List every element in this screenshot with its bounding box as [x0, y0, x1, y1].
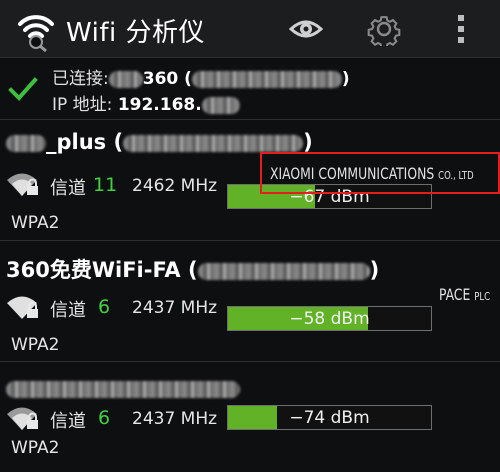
ip-address: 192.168.	[117, 95, 202, 115]
redacted-text	[6, 134, 46, 152]
connected-ssid: 360 (	[142, 69, 192, 89]
network-item[interactable]: 信道 6 2437 MHz −74 dBm WPA2	[0, 362, 500, 472]
ssid-close: )	[303, 130, 313, 154]
app-logo-icon	[18, 15, 54, 52]
redacted-text	[197, 262, 370, 280]
eye-icon	[289, 20, 323, 38]
signal-strength-bar: −58 dBm	[227, 306, 432, 331]
overflow-menu-icon	[458, 15, 464, 43]
action-bar: Wifi 分析仪	[0, 0, 500, 58]
vendor-main: PACE	[439, 285, 471, 304]
channel-label: 信道	[50, 178, 86, 199]
channel-label: 信道	[50, 411, 86, 432]
signal-dbm: −58 dBm	[289, 309, 370, 329]
network-ssid: 360免费WiFi-FA ()	[6, 254, 379, 284]
ip-address-line: IP 地址: 192.168.	[52, 90, 240, 115]
ssid-close: )	[369, 258, 380, 282]
signal-dbm: −74 dBm	[289, 408, 370, 428]
redacted-text	[6, 380, 240, 398]
signal-strength-bar: −74 dBm	[227, 405, 432, 430]
connected-ssid-close: )	[341, 69, 350, 89]
network-ssid	[6, 376, 240, 400]
vendor-suffix: PLC	[474, 290, 491, 303]
wifi-locked-icon	[7, 296, 38, 319]
security-type: WPA2	[11, 335, 60, 355]
gear-icon	[367, 16, 401, 46]
highlight-box	[260, 152, 500, 194]
checkmark-icon	[8, 77, 38, 101]
overflow-menu-button[interactable]	[441, 9, 481, 49]
channel-number: 6	[98, 296, 111, 318]
ssid-text: 360免费WiFi-FA (	[6, 258, 198, 282]
connected-label: 已连接:	[52, 69, 109, 89]
channel-number: 6	[98, 407, 111, 429]
redacted-text	[191, 70, 342, 88]
ip-label: IP 地址:	[52, 95, 113, 115]
connected-ssid-line: 已连接: 360 ()	[52, 64, 350, 89]
ssid-text: _plus (	[46, 130, 124, 154]
network-item[interactable]: 360免费WiFi-FA () 信道 6 2437 MHz −58 dBm PA…	[0, 241, 500, 362]
redacted-text	[201, 96, 240, 114]
security-type: WPA2	[11, 438, 60, 458]
frequency: 2462 MHz	[132, 176, 218, 196]
frequency: 2437 MHz	[132, 409, 218, 429]
redacted-text	[108, 70, 143, 88]
settings-button[interactable]	[364, 9, 404, 49]
redacted-text	[123, 134, 304, 152]
view-toggle-button[interactable]	[286, 9, 326, 49]
channel-label: 信道	[50, 300, 86, 321]
wifi-locked-icon	[7, 173, 38, 196]
vendor-name: PACE PLC	[439, 285, 490, 304]
app-title: Wifi 分析仪	[66, 18, 206, 48]
channel-number: 11	[93, 174, 118, 196]
security-type: WPA2	[11, 213, 60, 233]
wifi-locked-icon	[7, 407, 38, 430]
frequency: 2437 MHz	[132, 298, 218, 318]
network-ssid: _plus ()	[6, 130, 313, 154]
connection-status: 已连接: 360 () IP 地址: 192.168.	[0, 58, 500, 120]
